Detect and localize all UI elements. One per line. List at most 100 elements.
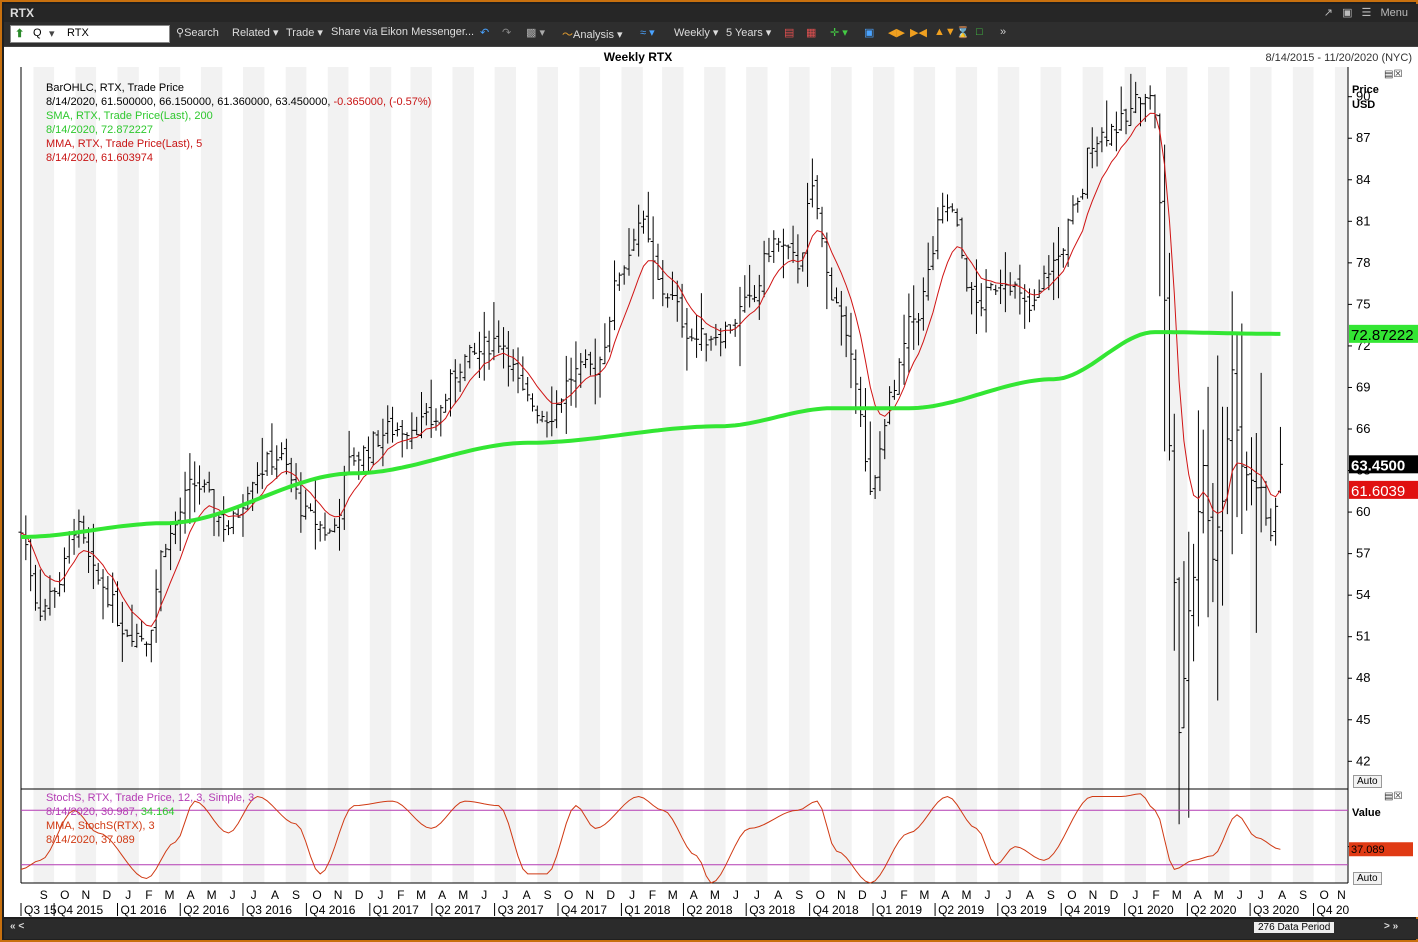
month-band [242,67,265,883]
trade-button[interactable]: Trade ▾ [286,26,323,39]
month-label: S [292,888,300,902]
quarter-label: Q3 2017 [498,903,544,917]
ohlc-legend-change: -0.365000, (-0.57%) [333,96,432,108]
wave-icon[interactable]: ≈ ▾ [640,26,655,39]
price-auto-button[interactable]: Auto [1353,775,1382,788]
price-tick-label: 60 [1356,504,1370,519]
redo-icon[interactable]: ↷ [502,26,511,39]
bottom-scrollbar[interactable]: « < 276 Data Period > » [4,919,1418,939]
popout-icon[interactable]: ↗ [1324,7,1333,19]
month-label: J [754,888,760,902]
ric-input[interactable]: ⬆ Q ▾ RTX [10,25,170,43]
month-label: J [230,888,236,902]
price-tick-label: 42 [1356,753,1370,768]
month-label: S [544,888,552,902]
month-band [494,67,516,883]
stoch-pane-controls[interactable]: ▤☒ [1384,791,1402,802]
data-period-field[interactable]: 276 Data Period [1254,922,1335,933]
month-band [1124,67,1147,883]
month-band [117,67,139,883]
quarter-label: Q1 2016 [121,903,167,917]
quarter-label: Q1 2017 [373,903,419,917]
month-band [537,67,559,883]
crosshair-icon[interactable]: ✛ ▾ [830,26,848,39]
price-axis-title: Price [1352,84,1379,96]
more-icon[interactable]: » [1000,26,1006,38]
month-label: J [1258,888,1264,902]
month-label: J [377,888,383,902]
month-band [1334,67,1348,883]
month-label: A [438,888,446,902]
price-tick-label: 57 [1356,546,1370,561]
month-label: J [1237,888,1243,902]
price-tick-label: 81 [1356,213,1370,228]
interval-select[interactable]: Weekly ▾ [674,26,718,39]
quarter-label: Q3 2019 [1001,903,1047,917]
hourglass-icon[interactable]: ⌛ [956,26,970,39]
quarter-label: Q1 2020 [1128,903,1174,917]
value-auto-button[interactable]: Auto [1353,872,1382,885]
chart-type-icon[interactable]: ▤ [784,26,794,39]
mma-legend-title: MMA, RTX, Trade Price(Last), 5 [46,138,203,150]
month-band [1082,67,1104,883]
month-label: D [1110,888,1119,902]
stoch-value-label: 37.089 [1351,844,1385,856]
quarter-label: Q2 2020 [1190,903,1236,917]
price-tick-label: 75 [1356,296,1370,311]
quarter-label: Q1 2019 [876,903,922,917]
month-label: N [81,888,90,902]
month-label: A [271,888,279,902]
layout-icon[interactable]: ▣ [864,26,874,39]
select-icon[interactable]: □ [976,26,983,38]
month-label: D [102,888,111,902]
zoom-vertical-icon[interactable]: ▲▼ [934,26,956,38]
month-label: D [858,888,867,902]
month-band [997,67,1020,883]
stoch-mma-legend-value: 8/14/2020, 37.089 [46,834,135,846]
price-chart-svg[interactable]: 908784817875726966636057545148454272.872… [4,47,1418,917]
chevron-down-icon[interactable]: ▾ [49,27,55,40]
stoch-legend-value: 8/14/2020, 30.987, [46,806,138,818]
window-menu[interactable]: ↗ ▣ ☰ Menu [1318,6,1408,19]
month-band [662,67,684,883]
price-tick-label: 48 [1356,670,1370,685]
month-band [830,67,852,883]
month-label: F [900,888,907,902]
last-price-label: 63.4500 [1351,457,1405,474]
quarter-label: Q3 15 [24,903,57,917]
month-label: A [187,888,195,902]
analysis-button[interactable]: 〜Analysis ▾ [562,26,623,42]
menu-label[interactable]: Menu [1380,7,1408,19]
restore-icon[interactable]: ▣ [1342,7,1352,19]
scroll-right-icon[interactable]: ▶◀ [910,26,927,39]
related-button[interactable]: Related ▾ [232,26,279,39]
month-label: A [690,888,698,902]
scroll-end-icon[interactable]: > » [1384,921,1398,932]
scroll-start-icon[interactable]: « < [10,921,24,932]
month-band [873,67,895,883]
month-label: M [710,888,720,902]
month-band [33,67,55,883]
quarter-label: Q3 2020 [1253,903,1299,917]
month-band [1208,67,1230,883]
quarter-label: Q2 2019 [938,903,984,917]
share-button[interactable]: Share via Eikon Messenger... [331,26,474,38]
price-pane-controls[interactable]: ▤☒ [1384,69,1402,80]
chart-panel[interactable]: 908784817875726966636057545148454272.872… [4,47,1418,917]
month-label: J [1132,888,1138,902]
month-band [200,67,223,883]
ric-code[interactable]: RTX [67,27,89,39]
ric-prefix[interactable]: Q [33,27,42,39]
month-label: N [837,888,846,902]
undo-icon[interactable]: ↶ [480,26,489,39]
quarter-label: Q1 2018 [624,903,670,917]
price-tick-label: 84 [1356,172,1370,187]
camera-icon[interactable]: ▩ ▾ [526,26,545,39]
scroll-left-icon[interactable]: ◀▶ [888,26,905,39]
compare-icon[interactable]: ▦ [806,26,816,39]
search-button[interactable]: ⚲Search [176,26,219,39]
range-select[interactable]: 5 Years ▾ [726,26,771,39]
quarter-label: Q4 2016 [309,903,355,917]
menu-icon[interactable]: ☰ [1362,7,1372,19]
month-band [452,67,474,883]
